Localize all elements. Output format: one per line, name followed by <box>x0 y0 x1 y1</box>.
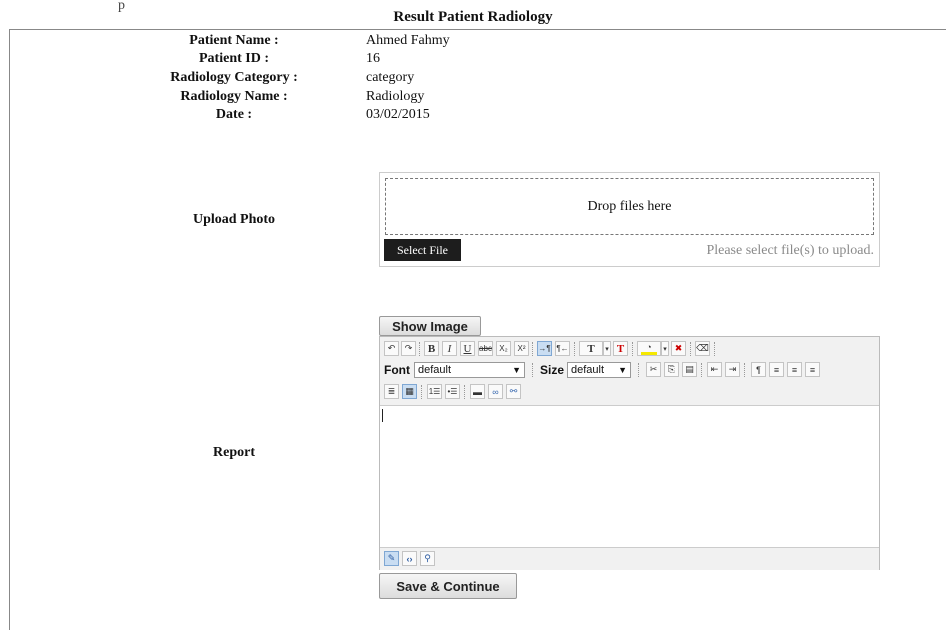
toolbar-separator <box>532 363 534 377</box>
font-select[interactable]: default ▼ <box>414 362 525 378</box>
toolbar-separator <box>574 342 576 356</box>
page-title: Result Patient Radiology <box>393 9 553 25</box>
radiology-name-label: Radiology Name : <box>180 89 288 104</box>
redo-icon[interactable]: ↷ <box>401 341 416 356</box>
remove-highlight-icon[interactable]: ✖ <box>671 341 686 356</box>
select-file-button[interactable]: Select File <box>384 239 461 261</box>
text-color-glyph: T <box>587 343 595 355</box>
drop-zone-text: Drop files here <box>587 198 672 214</box>
radiology-category-label: Radiology Category : <box>170 70 298 85</box>
editor-content-area[interactable] <box>380 406 879 546</box>
size-select[interactable]: default ▼ <box>567 362 631 378</box>
toolbar-separator <box>464 385 466 399</box>
patient-id-label: Patient ID : <box>199 51 269 66</box>
size-label: Size <box>540 363 565 377</box>
preview-icon[interactable]: ⚲ <box>420 551 435 566</box>
font-label: Font <box>384 363 410 377</box>
undo-icon[interactable]: ↶ <box>384 341 399 356</box>
highlight-color-icon[interactable]: ◔ <box>637 341 661 356</box>
horizontal-rule-icon[interactable]: ▬ <box>470 384 485 399</box>
toolbar-separator <box>714 342 716 356</box>
strikethrough-icon[interactable]: abc <box>478 341 493 356</box>
indent-icon[interactable]: ⇥ <box>725 362 740 377</box>
drop-zone[interactable]: Drop files here <box>385 178 874 235</box>
subscript-icon[interactable]: X₂ <box>496 341 511 356</box>
font-select-value: default <box>418 364 452 376</box>
toolbar-separator <box>690 342 692 356</box>
html-source-icon[interactable]: ‹› <box>402 551 417 566</box>
editor-mode-bar: ✎ ‹› ⚲ <box>380 547 879 570</box>
upload-widget: Drop files here Select File Please selec… <box>379 172 880 267</box>
patient-id-value: 16 <box>366 51 380 66</box>
chevron-down-icon: ▼ <box>512 365 521 375</box>
italic-icon[interactable]: I <box>442 341 457 356</box>
patient-name-label: Patient Name : <box>189 33 279 48</box>
show-image-button[interactable]: Show Image <box>379 316 481 336</box>
upload-photo-label: Upload Photo <box>192 212 276 227</box>
radiology-name-value: Radiology <box>366 89 425 104</box>
cut-icon[interactable]: ✂ <box>646 362 661 377</box>
paint-bucket-glyph: ◔ <box>646 342 652 352</box>
align-right-icon[interactable]: ≡ <box>805 362 820 377</box>
align-center-icon[interactable]: ≡ <box>787 362 802 377</box>
editor-toolbar: ↶ ↷ B I U abc X₂ X² →¶ ¶← T ▾ T ◔ ▾ ✖ ⌫ … <box>380 337 879 406</box>
upload-hint: Please select file(s) to upload. <box>706 243 874 258</box>
radiology-category-value: category <box>366 70 415 85</box>
report-editor: ↶ ↷ B I U abc X₂ X² →¶ ¶← T ▾ T ◔ ▾ ✖ ⌫ … <box>379 336 880 570</box>
toolbar-separator <box>701 363 703 377</box>
paragraph-format-icon[interactable]: ¶ <box>751 362 766 377</box>
date-label: Date : <box>215 107 253 122</box>
align-justify-icon[interactable]: ≣ <box>384 384 399 399</box>
save-continue-button[interactable]: Save & Continue <box>379 573 517 599</box>
size-select-value: default <box>571 364 605 376</box>
text-cursor <box>382 409 383 422</box>
patient-name-value: Ahmed Fahmy <box>366 33 450 48</box>
report-label: Report <box>213 445 255 460</box>
text-color-dropdown-icon[interactable]: ▾ <box>603 341 611 356</box>
paste-icon[interactable]: ▤ <box>682 362 697 377</box>
toolbar-separator <box>532 342 534 356</box>
eraser-icon[interactable]: ⌫ <box>695 341 710 356</box>
unordered-list-icon[interactable]: •☰ <box>445 384 460 399</box>
ordered-list-icon[interactable]: 1☰ <box>427 384 442 399</box>
chevron-down-icon: ▼ <box>618 365 627 375</box>
superscript-icon[interactable]: X² <box>514 341 529 356</box>
toolbar-separator <box>744 363 746 377</box>
text-color-icon[interactable]: T <box>579 341 603 356</box>
outdent-icon[interactable]: ⇤ <box>707 362 722 377</box>
ltr-direction-icon[interactable]: →¶ <box>537 341 552 356</box>
highlight-color-bar <box>641 352 657 355</box>
underline-icon[interactable]: U <box>460 341 475 356</box>
rtl-direction-icon[interactable]: ¶← <box>555 341 570 356</box>
image-fit-icon[interactable]: ▦ <box>402 384 417 399</box>
remove-text-color-icon[interactable]: T <box>613 341 628 356</box>
toolbar-separator <box>419 342 421 356</box>
design-mode-icon[interactable]: ✎ <box>384 551 399 566</box>
toolbar-separator <box>638 363 640 377</box>
align-left-icon[interactable]: ≡ <box>769 362 784 377</box>
toolbar-separator <box>632 342 634 356</box>
unlink-icon[interactable]: ⚯ <box>506 384 521 399</box>
link-icon[interactable]: ∞ <box>488 384 503 399</box>
highlight-dropdown-icon[interactable]: ▾ <box>661 341 669 356</box>
copy-icon[interactable]: ⎘ <box>664 362 679 377</box>
bold-icon[interactable]: B <box>424 341 439 356</box>
date-value: 03/02/2015 <box>366 107 430 122</box>
toolbar-separator <box>421 385 423 399</box>
